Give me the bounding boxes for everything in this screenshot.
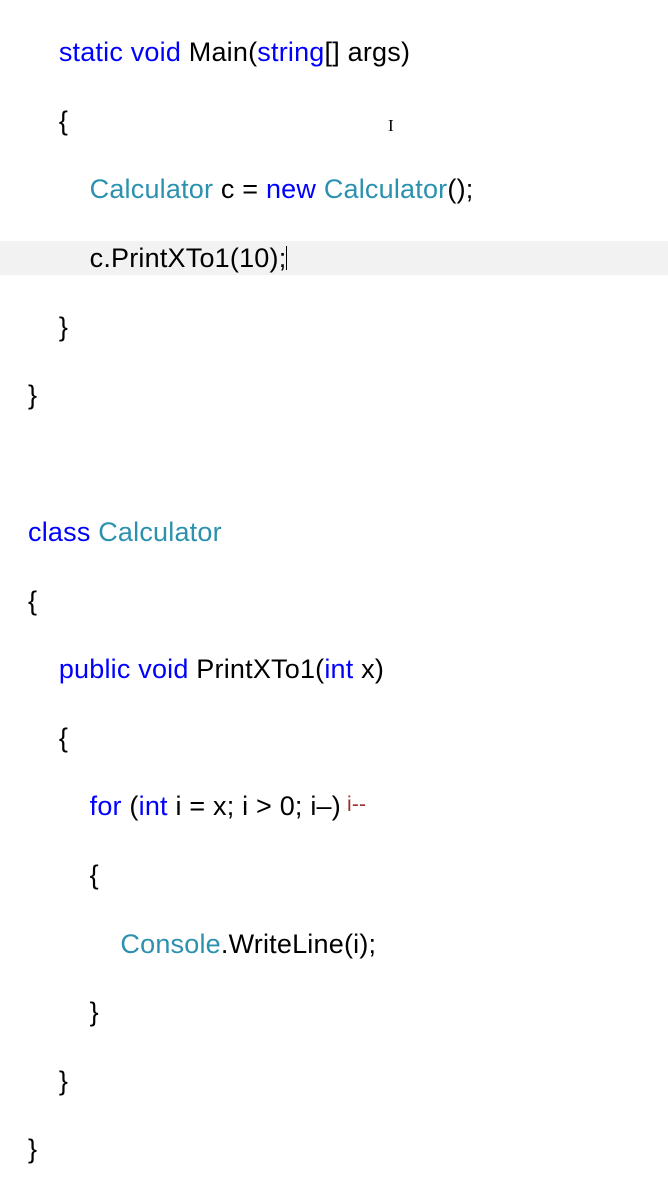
method-call: c.PrintXTo1(10); — [90, 243, 287, 273]
brace: } — [90, 997, 99, 1027]
brace: { — [28, 586, 37, 616]
code-line: } — [28, 1132, 668, 1166]
brace: { — [90, 860, 99, 890]
brace: { — [59, 723, 68, 753]
method-sig: PrintXTo1( — [189, 654, 325, 684]
keyword-int: int — [139, 791, 168, 821]
keyword-void: void — [138, 654, 188, 684]
code-line: } — [28, 1064, 668, 1098]
brace: } — [59, 1066, 68, 1096]
code-line: for (int i = x; i > 0; i–) i-- — [28, 789, 668, 823]
code-editor[interactable]: static void Main(string[] args) { Calcul… — [0, 0, 668, 1192]
paren: (); — [447, 174, 473, 204]
keyword-string: string — [257, 37, 324, 67]
text-cursor-icon — [286, 246, 287, 270]
code-line: class Calculator — [28, 515, 668, 549]
keyword-new: new — [266, 174, 316, 204]
type-calculator: Calculator — [98, 517, 222, 547]
code-line: { — [28, 858, 668, 892]
code-line: { — [28, 584, 668, 618]
param: x) — [353, 654, 384, 684]
keyword-class: class — [28, 517, 91, 547]
code-line — [28, 447, 668, 481]
type-calculator: Calculator — [90, 174, 214, 204]
method-name: Main( — [181, 37, 257, 67]
param-args: [] args) — [325, 37, 411, 67]
for-body: i = x; i > 0; i–) — [168, 791, 341, 821]
var-decl: c = — [213, 174, 266, 204]
keyword-int: int — [324, 654, 353, 684]
keyword-public: public — [59, 654, 131, 684]
brace: } — [59, 312, 68, 342]
type-calculator: Calculator — [324, 174, 448, 204]
code-line: static void Main(string[] args) — [28, 35, 668, 69]
brace: } — [28, 1134, 37, 1164]
active-line: c.PrintXTo1(10); — [0, 241, 668, 275]
code-line: Calculator c = new Calculator(); — [28, 172, 668, 206]
brace: } — [28, 380, 37, 410]
writeline-call: .WriteLine(i); — [221, 929, 376, 959]
mouse-ibeam-icon: I — [388, 115, 394, 137]
annotation-decrement: i-- — [341, 793, 366, 816]
for-open: ( — [122, 791, 139, 821]
code-line: { — [28, 104, 668, 138]
keyword-for: for — [90, 791, 122, 821]
brace: { — [59, 106, 68, 136]
keyword-static: static — [59, 37, 123, 67]
type-console: Console — [120, 929, 220, 959]
code-line: } — [28, 378, 668, 412]
code-line: Console.WriteLine(i); — [28, 927, 668, 961]
code-line: } — [28, 310, 668, 344]
code-line: } — [28, 995, 668, 1029]
keyword-void: void — [131, 37, 181, 67]
code-line: { — [28, 721, 668, 755]
code-line: public void PrintXTo1(int x) — [28, 652, 668, 686]
